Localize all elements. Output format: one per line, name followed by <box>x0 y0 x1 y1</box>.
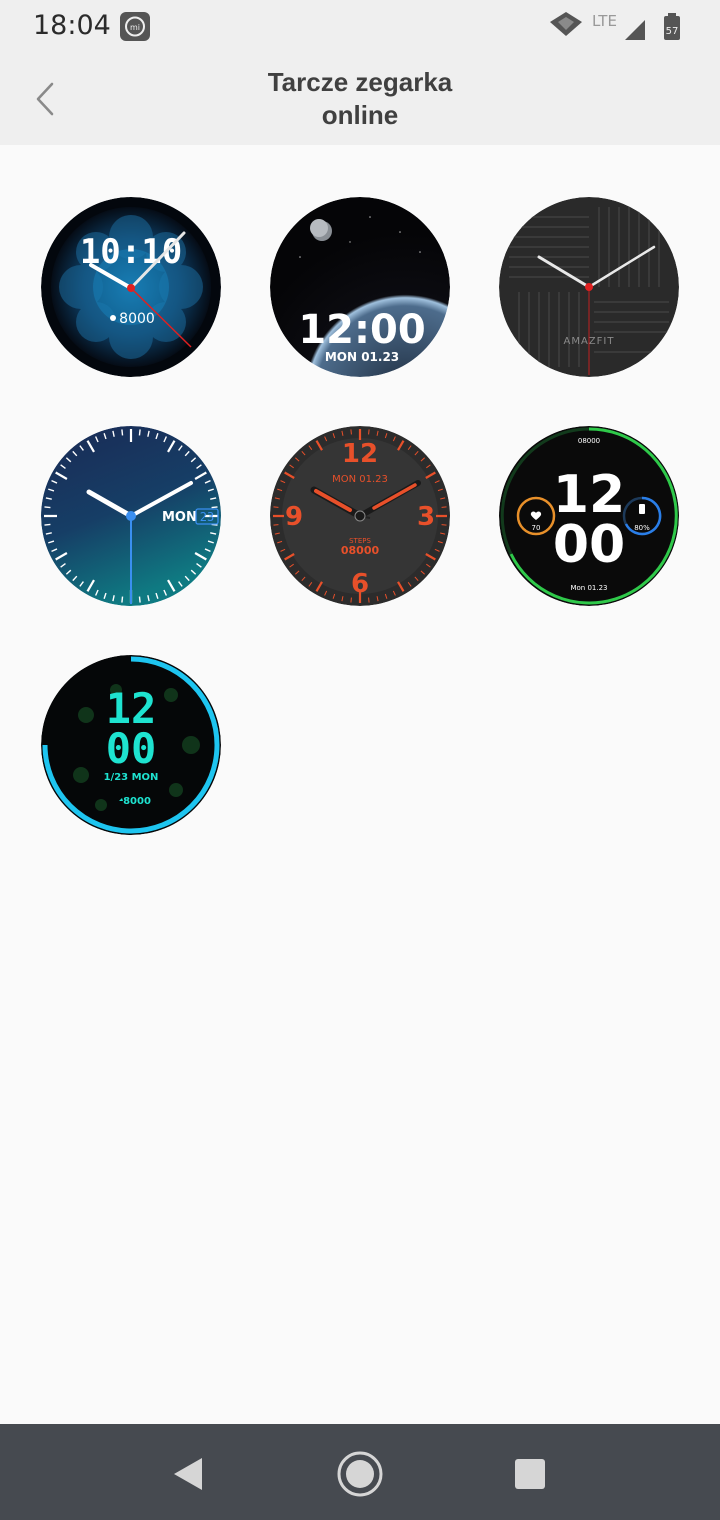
face6-steps: 08000 <box>578 437 600 445</box>
chevron-left-icon <box>36 82 54 116</box>
watch-face-cyan-digital[interactable]: 12 00 1/23 MON 8000 <box>41 655 221 835</box>
dial-tick <box>273 506 279 508</box>
mi-fit-notification-icon: mi <box>120 12 150 41</box>
page-title: Tarcze zegarka online <box>160 66 560 132</box>
dial-tick <box>350 429 352 435</box>
back-button[interactable] <box>28 78 62 120</box>
battery-icon: 57 <box>664 13 680 40</box>
system-navigation-bar <box>0 1424 720 1520</box>
face5-hour6: 6 <box>351 569 369 599</box>
dial-tick <box>273 524 279 526</box>
watch-face-grid: 10:10 8000 12:00 MON 01.23 AMAZFIT MON 2… <box>0 145 720 1425</box>
face2-time: 12:00 <box>298 307 425 353</box>
watch-face-earth[interactable]: 12:00 MON 01.23 <box>270 197 450 377</box>
dial-tick <box>138 596 141 603</box>
dial-tick <box>211 506 218 509</box>
face6-minutes: 00 <box>553 515 625 575</box>
face7-steps: 8000 <box>123 796 151 807</box>
face6-heart: 70 <box>532 524 541 532</box>
page-title-line2: online <box>321 100 399 130</box>
square-recents-icon <box>515 1459 545 1489</box>
watch-face-green-digital[interactable]: 08000 12 00 70 80% Mon 01.23 <box>499 426 679 606</box>
page-title-line1: Tarcze zegarka <box>267 67 453 97</box>
wifi-icon <box>550 12 582 36</box>
face4-date: 23 <box>200 510 214 524</box>
face5-hour9: 9 <box>285 502 303 532</box>
face6-battery: 80% <box>634 524 650 532</box>
dial-tick <box>44 506 51 509</box>
dial-tick <box>44 523 51 526</box>
dial-tick <box>441 524 447 526</box>
battery-icon <box>639 504 645 514</box>
watch-face-blue-analog[interactable]: MON 23 <box>41 426 221 606</box>
face7-date: 1/23 MON <box>104 772 159 783</box>
face1-steps: 8000 <box>119 311 155 327</box>
dial-tick <box>121 429 124 436</box>
app-header: Tarcze zegarka online <box>0 52 720 145</box>
face5-hour3: 3 <box>417 502 435 532</box>
network-type-label: LTE <box>592 12 617 30</box>
triangle-back-icon <box>174 1458 202 1490</box>
nav-home-button[interactable] <box>332 1446 388 1502</box>
face4-day: MON <box>162 510 197 525</box>
face7-minutes: 00 <box>106 724 157 773</box>
dial-tick <box>441 506 447 508</box>
face5-hour12: 12 <box>342 439 378 469</box>
face5-date: MON 01.23 <box>332 474 388 485</box>
svg-text:57: 57 <box>666 26 679 37</box>
nav-back-button[interactable] <box>160 1446 216 1502</box>
footsteps-icon <box>110 315 116 321</box>
watch-face-orange-sport[interactable]: 12 3 6 9 MON 01.23 STEPS 08000 <box>270 426 450 606</box>
face5-steps: 08000 <box>341 544 380 557</box>
watch-face-blue-flower[interactable]: 10:10 8000 <box>41 197 221 377</box>
status-bar: 18:04 mi LTE 57 <box>0 0 720 52</box>
dial-tick <box>368 429 370 435</box>
dial-tick <box>121 596 124 603</box>
svg-text:mi: mi <box>130 23 140 32</box>
nav-recents-button[interactable] <box>502 1446 558 1502</box>
watch-face-amazfit-stripes[interactable]: AMAZFIT <box>499 197 679 377</box>
dial-tick <box>138 429 141 436</box>
status-icons: LTE 57 <box>550 10 690 42</box>
face6-date: Mon 01.23 <box>570 584 607 592</box>
status-time: 18:04 <box>33 10 111 41</box>
face2-date: MON 01.23 <box>325 350 399 364</box>
circle-home-icon <box>337 1451 383 1497</box>
signal-icon <box>625 20 645 40</box>
